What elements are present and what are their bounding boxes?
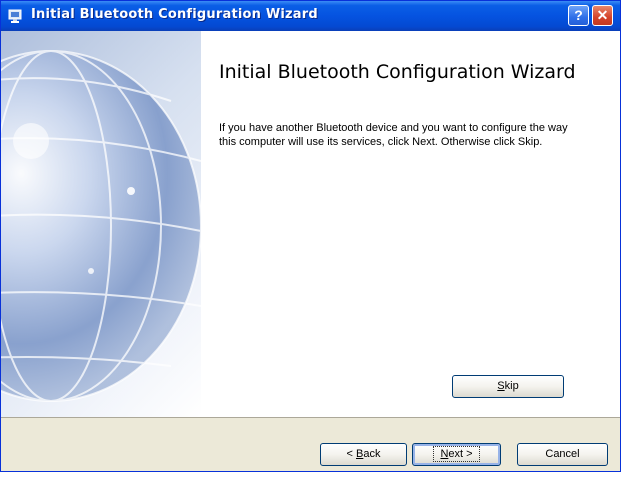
next-label-rest: ext > [448,448,473,460]
skip-accel: S [497,380,505,392]
wizard-window: Initial Bluetooth Configuration Wizard ?… [0,0,621,472]
close-button[interactable]: ✕ [592,5,613,26]
back-prefix: < [346,448,356,460]
back-button[interactable]: < Back [320,443,407,466]
cancel-button[interactable]: Cancel [517,443,608,466]
wizard-sidebar-graphic [1,31,201,417]
title-bar[interactable]: Initial Bluetooth Configuration Wizard ?… [1,1,620,31]
window-title: Initial Bluetooth Configuration Wizard [31,7,318,22]
wizard-description: If you have another Bluetooth device and… [219,122,568,148]
help-button[interactable]: ? [568,5,589,26]
bluetooth-wizard-icon [8,9,22,23]
next-focus-ring: Next > [433,446,480,462]
page-title: Initial Bluetooth Configuration Wizard [219,61,576,83]
back-label-rest: ack [363,448,381,460]
skip-label-rest: kip [504,380,519,392]
next-button[interactable]: Next > [412,443,501,466]
help-icon: ? [574,7,583,23]
globe-graphic [1,50,201,402]
close-icon: ✕ [596,7,609,23]
skip-button[interactable]: Skip [452,375,564,398]
